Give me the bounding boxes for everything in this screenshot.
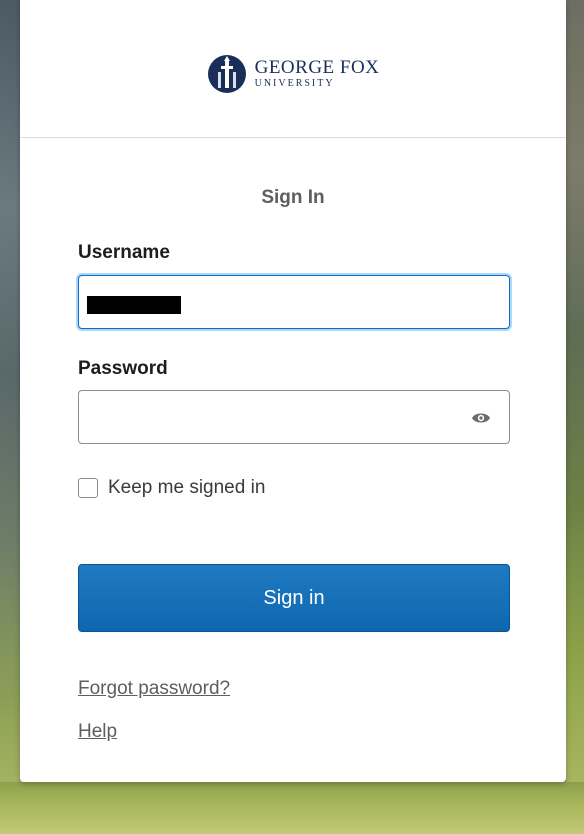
keep-signed-in-checkbox[interactable] [78,478,98,498]
background-right-edge [566,0,584,834]
background-grass [0,782,584,834]
password-input[interactable] [79,391,509,443]
page-title: Sign In [261,187,325,208]
brand-name: GEORGE FOX [254,57,380,78]
sign-in-card: GEORGE FOX UNIVERSITY Sign In Username P… [20,0,566,782]
username-field-wrapper [78,275,510,329]
password-label: Password [78,358,168,379]
redacted-username [87,296,181,314]
card-header: GEORGE FOX UNIVERSITY [20,0,566,138]
eye-icon[interactable] [471,410,491,426]
keep-signed-in-label[interactable]: Keep me signed in [108,477,265,499]
brand-subtitle: UNIVERSITY [254,78,335,89]
help-link[interactable]: Help [78,721,117,743]
brand-logo: GEORGE FOX UNIVERSITY [207,54,380,94]
keep-signed-in-row[interactable]: Keep me signed in [78,477,265,499]
brand-wordmark: GEORGE FOX UNIVERSITY [255,58,380,89]
password-field-wrapper [78,390,510,444]
sign-in-button[interactable]: Sign in [78,564,510,632]
username-label: Username [78,242,170,263]
george-fox-logo-icon [207,54,246,93]
background-left-edge [0,0,20,834]
forgot-password-link[interactable]: Forgot password? [78,678,230,700]
